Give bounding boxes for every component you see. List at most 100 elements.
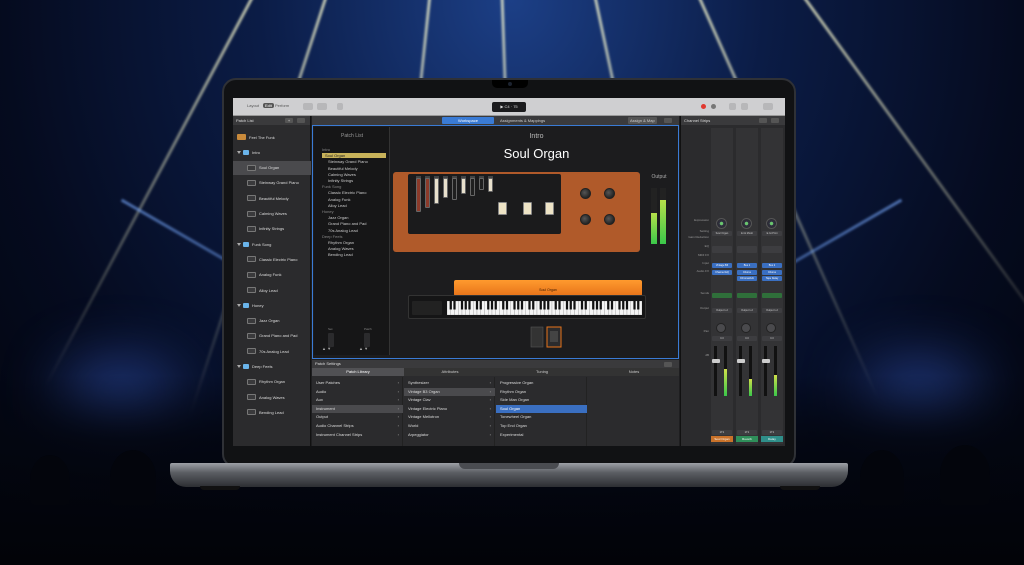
black-key[interactable]	[547, 301, 550, 310]
panel-button[interactable]	[317, 103, 327, 110]
black-key[interactable]	[599, 301, 602, 310]
library-row[interactable]: Top End Organ	[496, 422, 587, 430]
screen-patch-item[interactable]: Infinity Strings	[328, 178, 353, 183]
audio-fx-slot[interactable]: Channel EQ	[712, 270, 732, 275]
channel-setting-button[interactable]: E.Gt Monit	[737, 231, 757, 236]
library-row[interactable]: Tonewheel Organ	[496, 413, 587, 421]
pan-knob[interactable]	[741, 323, 751, 333]
drawbar[interactable]	[452, 178, 457, 200]
fader-cap[interactable]	[737, 358, 745, 363]
black-key[interactable]	[517, 301, 520, 310]
record-icon[interactable]	[701, 104, 706, 109]
segment-edit[interactable]: Edit	[263, 103, 274, 108]
black-key[interactable]	[637, 301, 640, 310]
panic-icon[interactable]	[741, 103, 748, 110]
audio-fx-slot[interactable]: Chorus	[762, 270, 782, 275]
tuner-icon[interactable]	[337, 103, 343, 110]
segment-layout[interactable]: Layout	[247, 103, 259, 108]
channel-input-slot[interactable]: Bus 2	[762, 263, 782, 268]
black-key[interactable]	[464, 301, 467, 310]
library-row[interactable]: Instrument Channel Strips ›	[312, 431, 403, 439]
black-key[interactable]	[490, 301, 494, 310]
workspace-action-menu[interactable]	[664, 118, 672, 123]
screen-patch-item[interactable]: Jazz Organ	[328, 215, 348, 220]
black-key[interactable]	[569, 301, 572, 310]
tab-attributes[interactable]: Attributes	[404, 368, 496, 376]
screen-set-header[interactable]: Honey	[322, 209, 334, 214]
patch-list-item[interactable]: Grand Piano and Pad	[233, 329, 311, 343]
screen-patch-item[interactable]: Steinway Grand Piano	[328, 159, 368, 164]
black-key[interactable]	[494, 301, 497, 310]
patch-list-item[interactable]: Alloy Lead	[233, 283, 311, 297]
screen-patch-item[interactable]: Analog Waves	[328, 246, 354, 251]
patch-list-item[interactable]: Steinway Grand Piano	[233, 176, 311, 190]
black-key[interactable]	[453, 301, 456, 310]
piano-keys[interactable]	[447, 301, 642, 315]
patch-list-item[interactable]: Calming Waves	[233, 207, 311, 221]
black-key[interactable]	[573, 301, 576, 310]
view-button[interactable]	[303, 103, 313, 110]
patch-down-button[interactable]: ▲ ▼	[359, 346, 368, 351]
black-key[interactable]	[475, 301, 479, 310]
distortion-knob[interactable]	[580, 188, 591, 199]
screen-patch-item[interactable]: Beautiful Melody	[328, 166, 358, 171]
patch-list-item[interactable]: Analog Waves	[233, 390, 311, 404]
tab-notes[interactable]: Notes	[588, 368, 680, 376]
screen-set-header[interactable]: Deep Feels	[322, 234, 342, 239]
drawbar[interactable]	[470, 178, 475, 196]
library-row[interactable]: Synthesizer ›	[404, 379, 495, 387]
black-key[interactable]	[622, 301, 625, 310]
drawbar[interactable]	[488, 178, 493, 192]
eq-thumbnail[interactable]	[762, 246, 782, 253]
patch-list-item[interactable]: Classic Electric Piano	[233, 252, 311, 266]
channel-output-slot[interactable]: Output 1-2	[762, 308, 782, 313]
drawbar[interactable]	[443, 178, 448, 198]
black-key[interactable]	[479, 301, 482, 310]
library-row[interactable]: World ›	[404, 422, 495, 430]
library-row[interactable]: Output ›	[312, 413, 403, 421]
library-row[interactable]: Rhythm Organ	[496, 388, 587, 396]
library-row[interactable]: Vintage B3 Organ ›	[404, 387, 495, 396]
channel-output-slot[interactable]: Output 1-2	[712, 308, 732, 313]
pitch-mod-wheels[interactable]	[412, 301, 442, 315]
black-key[interactable]	[528, 301, 531, 310]
chorus-rocker[interactable]	[545, 202, 554, 215]
screen-patch-item[interactable]: Bending Lead	[328, 252, 353, 257]
eq-thumbnail[interactable]	[712, 246, 732, 253]
black-key[interactable]	[633, 301, 636, 310]
black-key[interactable]	[513, 301, 516, 310]
volume-fader[interactable]	[739, 346, 742, 396]
audio-fx-slot[interactable]: Tape Delay	[762, 276, 782, 281]
disclosure-triangle-icon[interactable]	[237, 365, 241, 368]
black-key[interactable]	[502, 301, 505, 310]
black-key[interactable]	[468, 301, 471, 310]
black-key[interactable]	[558, 301, 561, 310]
screen-patch-item[interactable]: Soul Organ	[322, 153, 386, 159]
fader-cap[interactable]	[762, 358, 770, 363]
black-key[interactable]	[520, 301, 524, 310]
patch-list-item[interactable]: Soul Organ	[233, 160, 311, 175]
disclosure-triangle-icon[interactable]	[237, 303, 241, 307]
volume-fader[interactable]	[714, 346, 717, 396]
screen-patch-item[interactable]: 70s Analog Lead	[328, 228, 358, 233]
add-channel-strip-button[interactable]	[759, 118, 767, 123]
expression-knob[interactable]	[716, 218, 727, 229]
patch-list-item[interactable]: Jazz Organ	[233, 314, 311, 328]
mute-solo-buttons[interactable]: M S	[712, 430, 732, 435]
pan-knob[interactable]	[766, 323, 776, 333]
black-key[interactable]	[625, 301, 629, 310]
black-key[interactable]	[610, 301, 614, 310]
library-row[interactable]: Audio Channel Strips ›	[312, 422, 403, 430]
add-patch-button[interactable]: +	[285, 118, 293, 123]
pan-knob[interactable]	[716, 323, 726, 333]
screen-patch-item[interactable]: Classic Electric Piano	[328, 190, 366, 195]
screen-patch-item[interactable]: Grand Piano and Pad	[328, 221, 366, 226]
sustain-pedal[interactable]	[529, 325, 571, 351]
library-row[interactable]: Vintage Mellotron ›	[404, 413, 495, 421]
library-row[interactable]: User Patches ›	[312, 379, 403, 387]
screen-set-header[interactable]: Funk Song	[322, 184, 341, 189]
library-row[interactable]: Audio ›	[312, 388, 403, 396]
black-key[interactable]	[543, 301, 546, 310]
drawbar[interactable]	[461, 178, 466, 194]
patch-list-item[interactable]: Rhythm Organ	[233, 375, 311, 389]
